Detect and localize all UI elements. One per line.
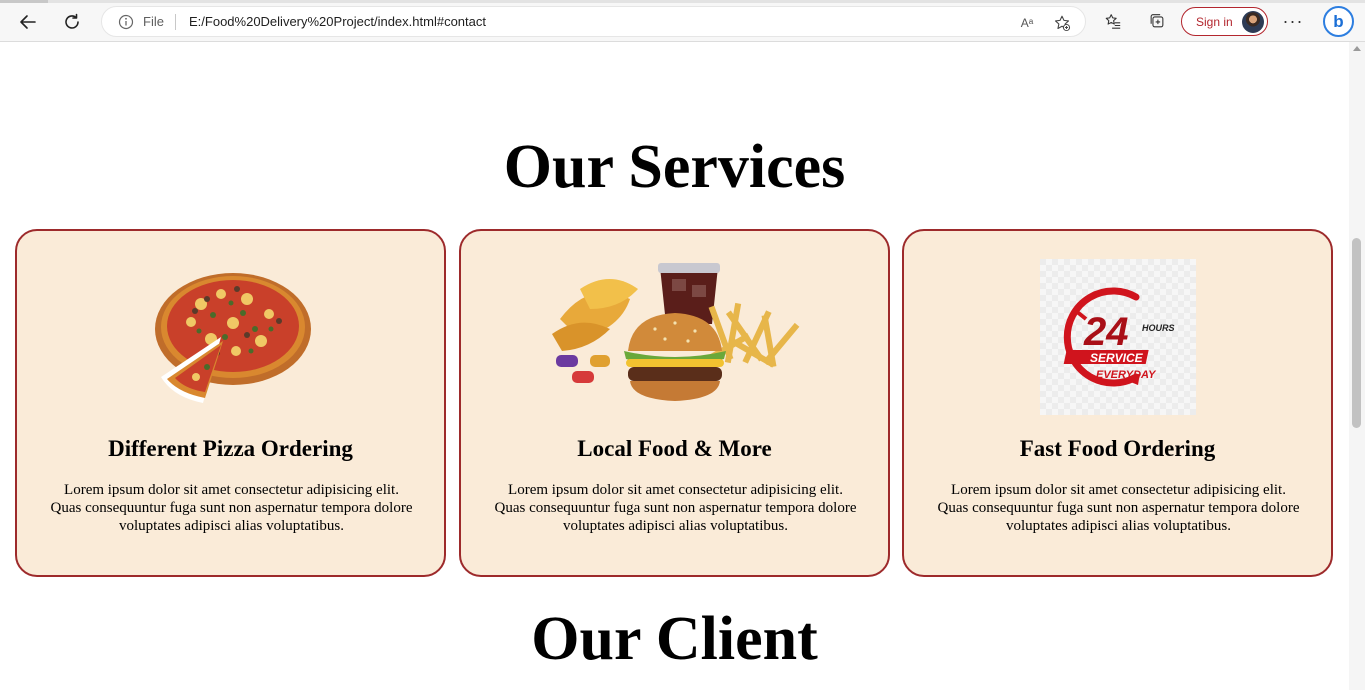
service-card-pizza: Different Pizza Ordering Lorem ipsum dol…: [15, 229, 446, 577]
service-title: Fast Food Ordering: [1019, 436, 1216, 461]
profile-avatar: [1242, 11, 1264, 33]
browser-toolbar: File E:/Food%20Delivery%20Project/index.…: [0, 0, 1365, 42]
back-button[interactable]: [14, 8, 42, 36]
page-content: Our Services Different Pizza Ordering Lo…: [0, 42, 1349, 690]
tab-strip-edge: [0, 0, 1365, 3]
service-card-local-food: Local Food & More Lorem ipsum dolor sit …: [459, 229, 890, 577]
24-hours-service-image: 24 HOURS SERVICE EVERYDAY: [1039, 259, 1196, 415]
service-description: Lorem ipsum dolor sit amet consectetur a…: [937, 482, 1300, 534]
sign-in-label: Sign in: [1196, 14, 1233, 29]
service-description: Lorem ipsum dolor sit amet consectetur a…: [50, 482, 413, 534]
scroll-up-arrow-icon[interactable]: [1353, 46, 1361, 51]
services-heading: Our Services: [503, 133, 846, 201]
page-scrollbar[interactable]: [1349, 42, 1365, 690]
favorites-list-icon: [1105, 14, 1121, 29]
service-description: Lorem ipsum dolor sit amet consectetur a…: [494, 482, 857, 534]
sign-in-button[interactable]: Sign in: [1181, 7, 1268, 36]
refresh-button[interactable]: [58, 8, 86, 36]
bing-icon: b: [1333, 11, 1344, 31]
badge-service: SERVICE: [1090, 351, 1144, 365]
burger-fries-image: [551, 263, 799, 401]
service-title: Local Food & More: [577, 436, 772, 461]
bing-copilot-button[interactable]: b: [1323, 6, 1354, 37]
client-heading: Our Client: [531, 605, 818, 673]
favorites-button[interactable]: [1102, 10, 1124, 32]
refresh-icon: [65, 13, 79, 29]
address-separator: [175, 14, 176, 30]
collections-icon: [1150, 14, 1164, 28]
service-title: Different Pizza Ordering: [108, 436, 353, 461]
badge-number: 24: [1083, 310, 1129, 354]
settings-more-button[interactable]: ···: [1281, 8, 1305, 34]
badge-everyday: EVERYDAY: [1096, 369, 1157, 381]
read-aloud-icon[interactable]: Aᵃ: [1017, 13, 1037, 33]
service-card-fast-food: 24 HOURS SERVICE EVERYDAY Fast Food Orde…: [902, 229, 1333, 577]
pizza-image: [154, 273, 311, 403]
scroll-thumb[interactable]: [1352, 238, 1361, 428]
info-icon[interactable]: [118, 14, 134, 30]
active-tab-edge[interactable]: [0, 0, 48, 3]
url-text[interactable]: E:/Food%20Delivery%20Project/index.html#…: [189, 14, 486, 29]
address-bar[interactable]: File E:/Food%20Delivery%20Project/index.…: [101, 6, 1086, 37]
add-favorite-icon[interactable]: [1052, 13, 1072, 33]
file-label: File: [143, 14, 164, 29]
arrow-left-icon: [20, 15, 36, 29]
collections-button[interactable]: [1146, 10, 1168, 32]
badge-hours: HOURS: [1142, 323, 1175, 333]
